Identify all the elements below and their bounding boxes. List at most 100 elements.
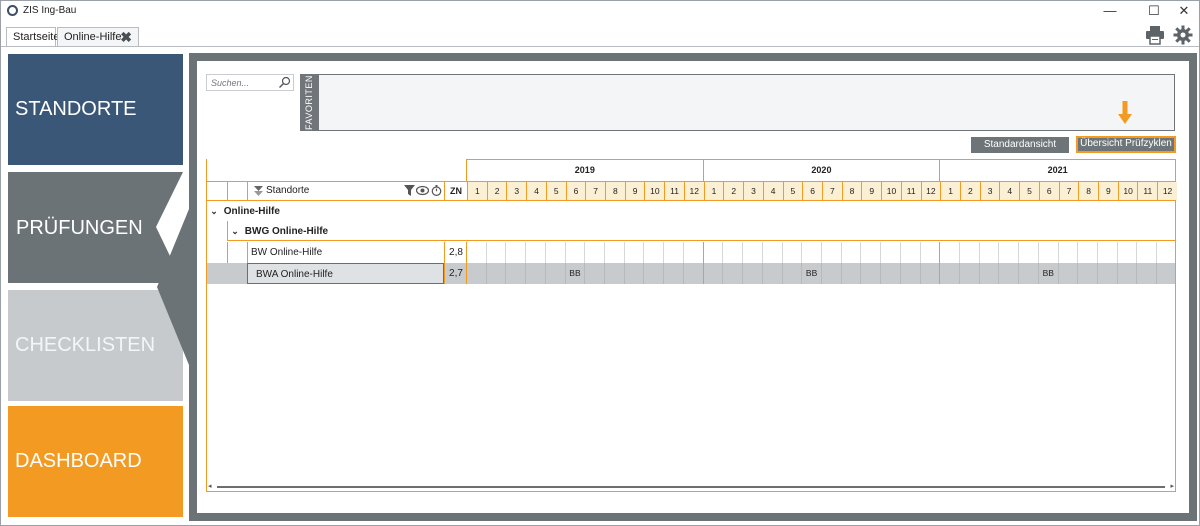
month-cell[interactable]: BB — [801, 263, 821, 284]
month-cell[interactable] — [564, 242, 585, 263]
group-row[interactable]: ⌄ Online-Hilfe — [207, 202, 1175, 221]
month-cell[interactable] — [623, 242, 644, 263]
month-cell[interactable] — [1136, 242, 1156, 263]
month-cell[interactable] — [682, 242, 703, 263]
month-cell[interactable] — [485, 242, 506, 263]
search-input[interactable] — [207, 75, 275, 90]
month-cell[interactable]: BB — [564, 263, 585, 284]
month-cell[interactable] — [998, 242, 1018, 263]
month-cell[interactable] — [604, 263, 624, 284]
search-icon[interactable] — [278, 76, 291, 89]
month-cell[interactable] — [998, 263, 1018, 284]
close-icon[interactable]: ✖ — [120, 28, 132, 46]
scroll-right-icon[interactable]: ▸ — [1170, 482, 1174, 491]
month-cell[interactable] — [781, 242, 802, 263]
month-cell[interactable] — [860, 263, 880, 284]
month-cell[interactable] — [880, 263, 900, 284]
month-cell[interactable] — [525, 242, 545, 263]
month-cell[interactable] — [544, 263, 565, 284]
month-cell[interactable] — [1116, 242, 1137, 263]
month-cell[interactable] — [682, 263, 703, 284]
table-row[interactable]: BW Online-Hilfe 2,8 — [207, 242, 1175, 263]
month-cell[interactable] — [1116, 263, 1137, 284]
month-cell[interactable] — [742, 242, 762, 263]
month-cell[interactable] — [485, 263, 506, 284]
subgroup-row[interactable]: ⌄ BWG Online-Hilfe — [227, 221, 1175, 241]
month-cell[interactable] — [840, 263, 861, 284]
gear-icon[interactable] — [1173, 25, 1193, 45]
month-cell[interactable] — [623, 263, 644, 284]
month-cell[interactable] — [761, 242, 782, 263]
month-cell[interactable] — [1077, 263, 1097, 284]
header-standorte[interactable]: Standorte — [247, 182, 444, 200]
scrollbar-thumb[interactable] — [217, 486, 1165, 488]
month-cell[interactable] — [505, 263, 525, 284]
month-cell[interactable] — [801, 242, 821, 263]
month-cell[interactable] — [702, 263, 723, 284]
month-cell[interactable] — [939, 242, 959, 263]
month-cell[interactable] — [663, 242, 683, 263]
month-cell[interactable] — [899, 242, 920, 263]
month-cell[interactable] — [1097, 242, 1117, 263]
overview-cycles-button[interactable]: Übersicht Prüfzyklen — [1076, 136, 1176, 153]
month-cell[interactable] — [939, 263, 959, 284]
month-cell[interactable] — [466, 242, 486, 263]
month-cell[interactable] — [840, 242, 861, 263]
month-cell[interactable] — [1097, 263, 1117, 284]
scroll-left-icon[interactable]: ◂ — [208, 482, 212, 491]
month-cell[interactable] — [1156, 242, 1176, 263]
minimize-button[interactable]: — — [1095, 2, 1125, 20]
table-row[interactable]: BWA Online-Hilfe 2,7 BB BB BB — [207, 263, 1175, 284]
tab-startseite[interactable]: Startseite — [6, 27, 59, 47]
month-cell[interactable] — [466, 263, 486, 284]
month-cell[interactable] — [959, 263, 979, 284]
search-box[interactable] — [206, 74, 294, 91]
close-window-button[interactable]: ✕ — [1169, 2, 1199, 20]
filter-icon[interactable] — [404, 185, 415, 196]
month-cell[interactable]: BB — [1037, 263, 1058, 284]
standard-view-button[interactable]: Standardansicht — [971, 137, 1069, 153]
month-cell[interactable] — [919, 263, 940, 284]
sort-icon[interactable] — [254, 186, 263, 196]
month-cell[interactable] — [604, 242, 624, 263]
eye-icon[interactable] — [416, 185, 429, 196]
month-cell[interactable] — [722, 263, 742, 284]
month-cell[interactable] — [663, 263, 683, 284]
month-cell[interactable] — [1156, 263, 1176, 284]
month-cell[interactable] — [584, 263, 604, 284]
month-cell[interactable] — [860, 242, 880, 263]
month-cell[interactable] — [978, 263, 999, 284]
month-cell[interactable] — [1077, 242, 1097, 263]
month-cell[interactable] — [978, 242, 999, 263]
tab-online-hilfe[interactable]: Online-Hilfe ✖ — [57, 27, 139, 47]
month-cell[interactable] — [959, 242, 979, 263]
month-cell[interactable] — [919, 242, 940, 263]
month-cell[interactable] — [899, 263, 920, 284]
printer-icon[interactable] — [1145, 25, 1165, 45]
month-cell[interactable] — [702, 242, 723, 263]
month-cell[interactable] — [525, 263, 545, 284]
favorites-area[interactable] — [318, 74, 1175, 131]
month-cell[interactable] — [761, 263, 782, 284]
stopwatch-icon[interactable] — [431, 185, 442, 196]
month-cell[interactable] — [880, 242, 900, 263]
month-cell[interactable] — [820, 242, 841, 263]
month-cell[interactable] — [584, 242, 604, 263]
month-cell[interactable] — [643, 263, 663, 284]
month-cell[interactable] — [1057, 263, 1078, 284]
chevron-down-icon[interactable]: ⌄ — [228, 221, 242, 241]
header-zn[interactable]: ZN — [444, 182, 467, 200]
month-cell[interactable] — [781, 263, 802, 284]
month-cell[interactable] — [1136, 263, 1156, 284]
month-cell[interactable] — [544, 242, 565, 263]
maximize-button[interactable]: ☐ — [1139, 2, 1169, 20]
month-cell[interactable] — [1018, 242, 1038, 263]
chevron-down-icon[interactable]: ⌄ — [207, 202, 221, 221]
month-cell[interactable] — [820, 263, 841, 284]
month-cell[interactable] — [643, 242, 663, 263]
month-cell[interactable] — [505, 242, 525, 263]
month-cell[interactable] — [742, 263, 762, 284]
month-cell[interactable] — [722, 242, 742, 263]
horizontal-scrollbar[interactable]: ◂ ▸ — [207, 482, 1175, 491]
month-cell[interactable] — [1057, 242, 1078, 263]
